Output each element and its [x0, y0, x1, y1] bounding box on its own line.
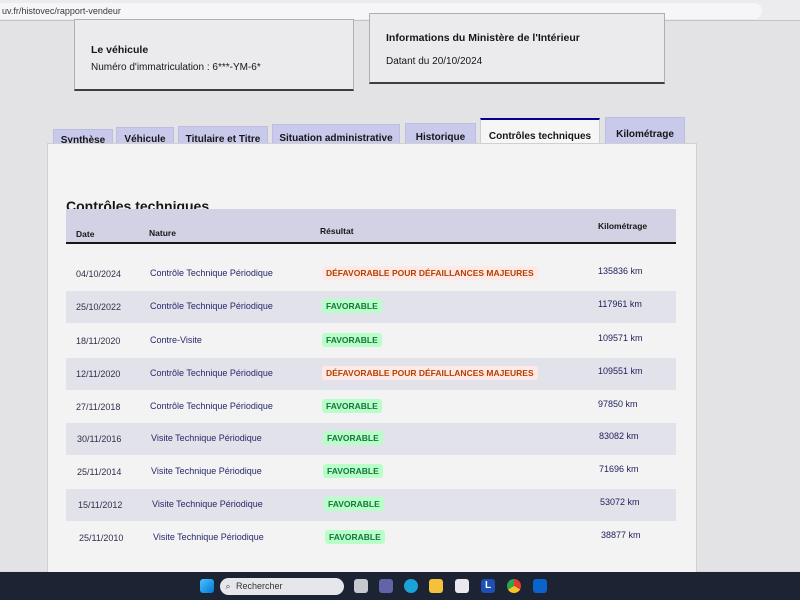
store-icon[interactable]: [455, 579, 469, 593]
outlook-icon[interactable]: [533, 579, 547, 593]
taskbar-search[interactable]: ⌕ Rechercher: [220, 578, 344, 595]
row-km: 117961 km: [598, 299, 642, 309]
row-nature: Visite Technique Périodique: [153, 532, 264, 542]
row-km: 71696 km: [599, 464, 639, 474]
chrome-icon[interactable]: [507, 579, 521, 593]
status-badge-favorable: FAVORABLE: [323, 431, 383, 445]
row-date: 27/11/2018: [76, 402, 121, 412]
task-view-icon[interactable]: [354, 579, 368, 593]
teams-icon[interactable]: [379, 579, 393, 593]
tab-panel-controles: Contrôles techniques Date Nature Résulta…: [47, 143, 697, 581]
table-row: 04/10/2024 Contrôle Technique Périodique D…: [66, 258, 676, 290]
row-nature: Visite Technique Périodique: [151, 466, 262, 476]
status-badge-favorable: FAVORABLE: [325, 530, 385, 544]
status-badge-defavorable: DÉFAVORABLE POUR DÉFAILLANCES MAJEURES: [322, 266, 538, 280]
table-header: Date Nature Résultat Kilométrage: [66, 209, 676, 244]
column-header-km: Kilométrage: [598, 221, 648, 231]
status-badge-favorable: FAVORABLE: [322, 333, 382, 347]
table-row: 18/11/2020 Contre-Visite FAVORABLE 109571 k…: [66, 325, 676, 357]
registration-number: Numéro d'immatriculation : 6***-YM-6*: [91, 62, 261, 73]
row-km: 135836 km: [598, 266, 643, 276]
row-nature: Contrôle Technique Périodique: [150, 401, 273, 411]
edge-icon[interactable]: [404, 579, 418, 593]
status-badge-favorable: FAVORABLE: [322, 299, 382, 313]
windows-start-icon[interactable]: [200, 579, 214, 593]
row-km: 109571 km: [598, 333, 643, 343]
column-header-nature: Nature: [149, 228, 176, 238]
row-date: 12/11/2020: [76, 369, 121, 379]
row-nature: Contrôle Technique Périodique: [150, 301, 273, 311]
status-badge-favorable: FAVORABLE: [323, 464, 383, 478]
row-km: 83082 km: [599, 431, 639, 441]
windows-taskbar: ⌕ Rechercher L: [0, 572, 800, 600]
table-row: 25/11/2014 Visite Technique Périodique FAV…: [66, 456, 676, 488]
table-row: 30/11/2016 Visite Technique Périodique FAV…: [66, 423, 676, 455]
row-date: 18/11/2020: [76, 336, 121, 346]
page-content: Le véhicule Numéro d'immatriculation : 6…: [0, 13, 800, 581]
ministry-card-title: Informations du Ministère de l'Intérieur: [386, 32, 580, 44]
table-row: 27/11/2018 Contrôle Technique Périodique F…: [66, 391, 676, 423]
taskbar-search-placeholder: Rechercher: [236, 581, 283, 591]
row-km: 109551 km: [598, 366, 643, 376]
status-badge-defavorable: DÉFAVORABLE POUR DÉFAILLANCES MAJEURES: [322, 366, 538, 380]
status-badge-favorable: FAVORABLE: [322, 399, 382, 413]
row-date: 25/10/2022: [76, 302, 122, 312]
ministry-card: Informations du Ministère de l'Intérieur…: [369, 13, 665, 84]
row-km: 53072 km: [600, 497, 640, 507]
table-row: 25/10/2022 Contrôle Technique Périodique F…: [66, 291, 676, 323]
row-date: 04/10/2024: [76, 269, 122, 279]
row-nature: Visite Technique Périodique: [152, 499, 263, 509]
row-km: 38877 km: [601, 530, 641, 540]
vehicle-card-title: Le véhicule: [91, 44, 149, 56]
table-row: 12/11/2020 Contrôle Technique Périodique D…: [66, 358, 676, 390]
row-date: 30/11/2016: [77, 434, 122, 444]
row-date: 15/11/2012: [78, 500, 123, 510]
row-nature: Visite Technique Périodique: [151, 433, 262, 443]
row-date: 25/11/2014: [77, 467, 122, 477]
folder-icon[interactable]: [429, 579, 443, 593]
table-row: 25/11/2010 Visite Technique Périodique FAV…: [66, 522, 676, 554]
row-nature: Contre-Visite: [150, 335, 202, 345]
row-nature: Contrôle Technique Périodique: [150, 268, 273, 278]
row-date: 25/11/2010: [79, 533, 124, 543]
row-km: 97850 km: [598, 399, 638, 409]
status-badge-favorable: FAVORABLE: [324, 497, 384, 511]
row-nature: Contrôle Technique Périodique: [150, 368, 273, 378]
vehicle-card: Le véhicule Numéro d'immatriculation : 6…: [74, 19, 354, 91]
table-row: 15/11/2012 Visite Technique Périodique FAV…: [66, 489, 676, 521]
search-icon: ⌕: [225, 581, 231, 591]
column-header-result: Résultat: [320, 226, 354, 236]
word-l-icon[interactable]: L: [481, 579, 495, 593]
ministry-data-date: Datant du 20/10/2024: [386, 56, 483, 67]
column-header-date: Date: [76, 229, 95, 239]
